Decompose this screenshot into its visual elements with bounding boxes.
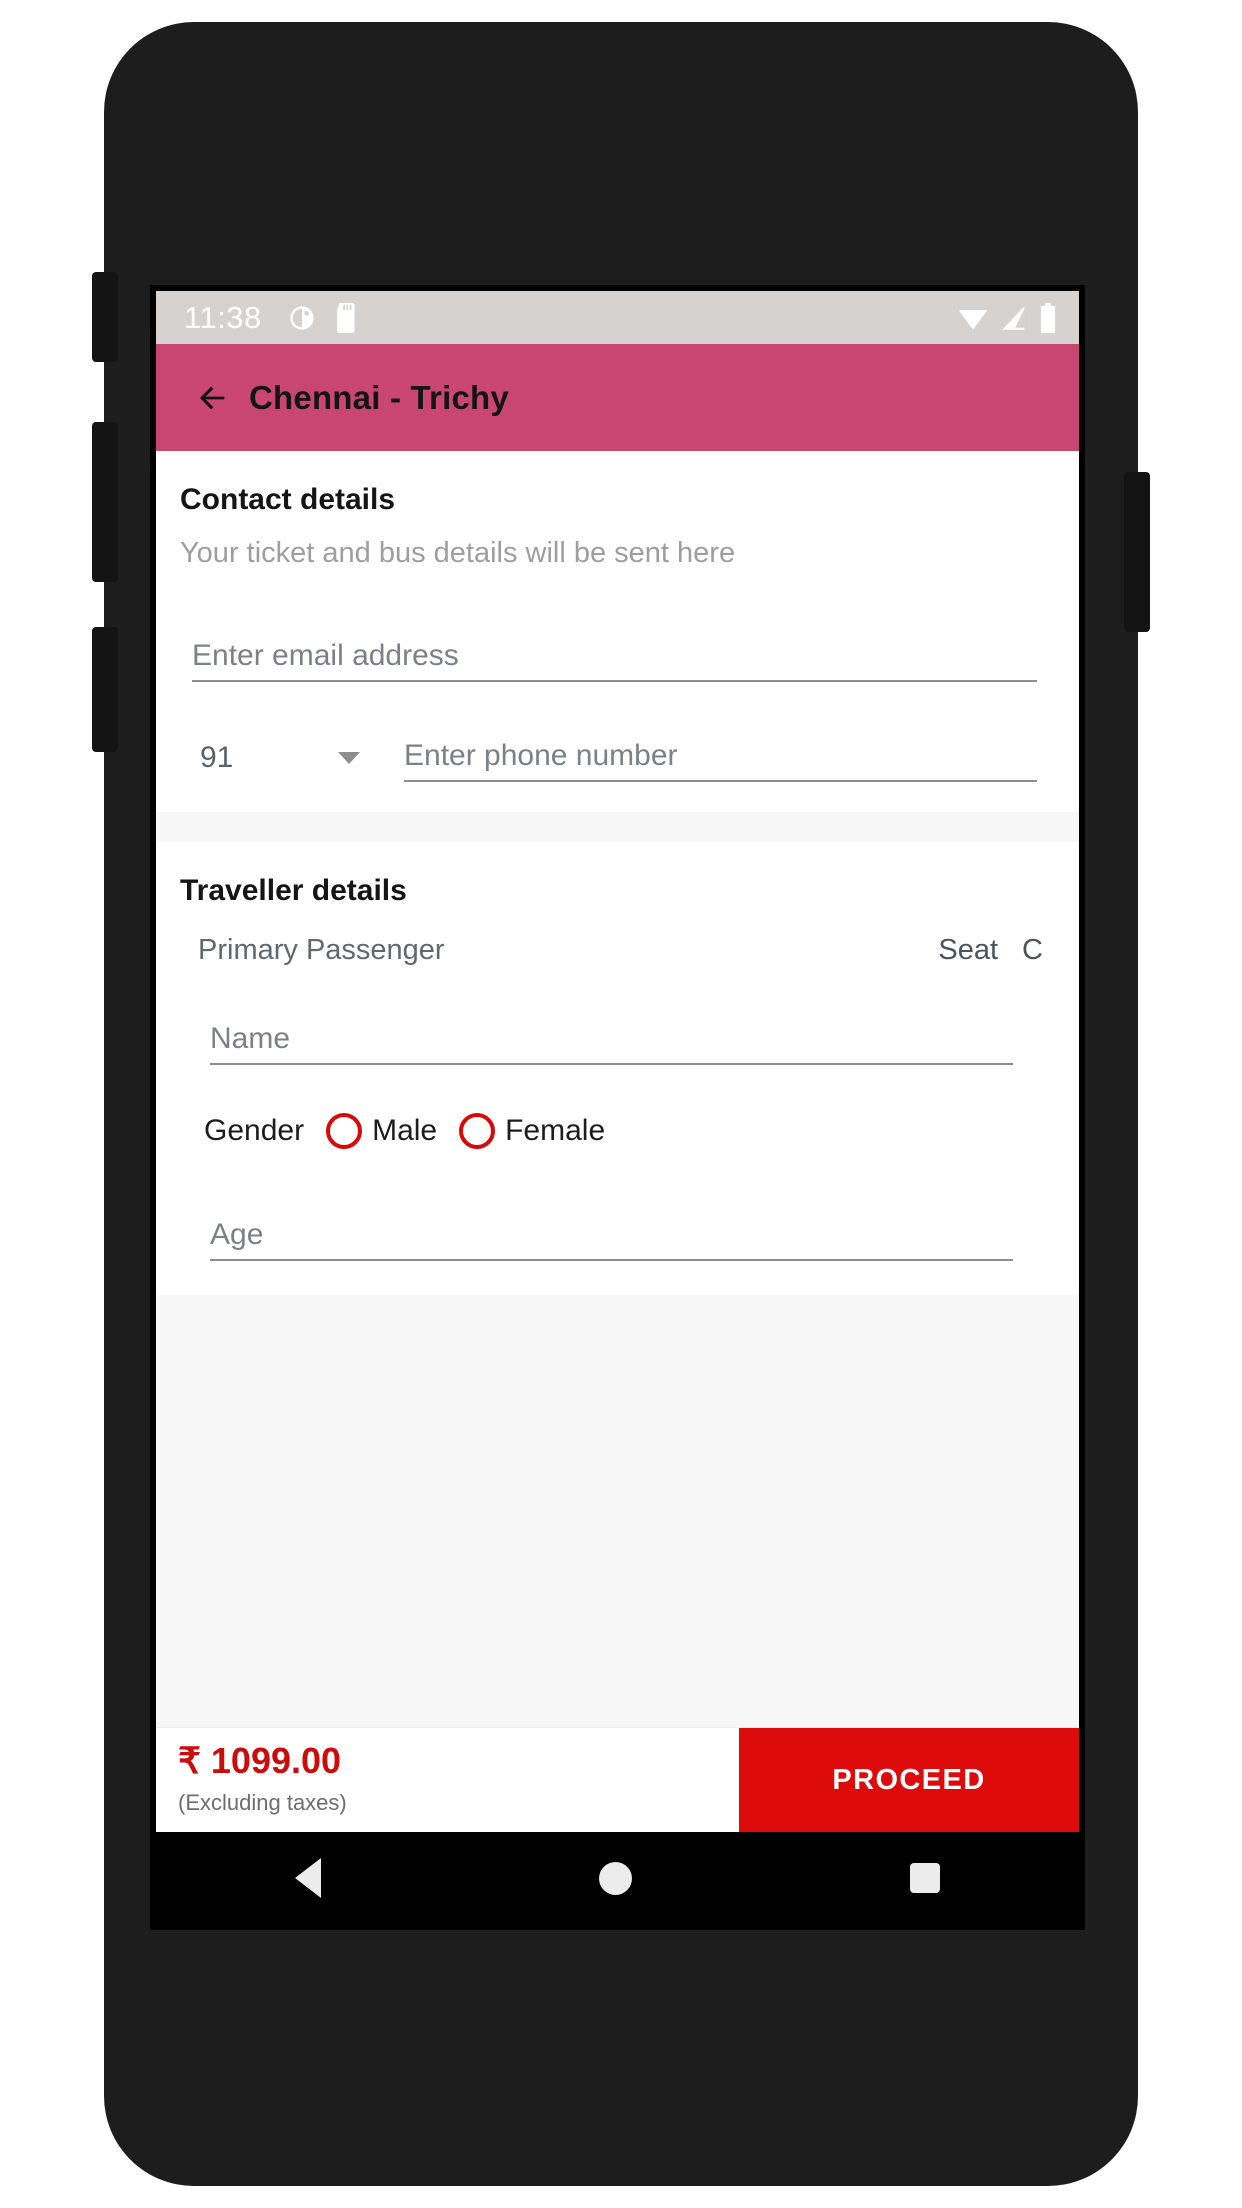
name-field[interactable]: Name xyxy=(210,1005,1013,1065)
price-note: (Excluding taxes) xyxy=(178,1790,347,1815)
primary-passenger-label: Primary Passenger xyxy=(198,934,445,966)
gender-label: Gender xyxy=(204,1114,305,1147)
device-side-button-right[interactable] xyxy=(1124,472,1150,632)
bottom-action-bar: ₹ 1099.00 (Excluding taxes) PROCEED xyxy=(156,1727,1079,1832)
sd-card-icon xyxy=(336,302,355,333)
status-left-icon-group xyxy=(288,302,360,333)
phone-number-placeholder: Enter phone number xyxy=(404,739,678,772)
alarm-icon xyxy=(290,305,314,330)
gender-radio-female[interactable] xyxy=(459,1113,496,1149)
battery-icon xyxy=(1040,302,1056,333)
email-field[interactable]: Enter email address xyxy=(192,622,1037,682)
phone-number-field[interactable]: Enter phone number xyxy=(404,724,1037,782)
seat-label: Seat xyxy=(938,934,999,966)
traveller-details-title: Traveller details xyxy=(180,874,407,907)
phone-row: 91 Enter phone number xyxy=(192,724,1037,812)
total-price-value: ₹ 1099.00 xyxy=(178,1740,342,1781)
phone-screen: 11:38 Chennai - Trichy Contact details Y… xyxy=(150,285,1085,1930)
contact-details-subtitle: Your ticket and bus details will be sent… xyxy=(180,537,736,569)
chevron-down-icon xyxy=(338,752,360,764)
proceed-button[interactable]: PROCEED xyxy=(739,1728,1079,1832)
nav-home-circle-icon[interactable] xyxy=(599,1861,632,1895)
device-side-button-low-left[interactable] xyxy=(92,627,118,752)
app-bar-title: Chennai - Trichy xyxy=(249,378,509,416)
age-field-placeholder: Age xyxy=(210,1218,264,1251)
gender-option-female-label[interactable]: Female xyxy=(505,1114,605,1148)
wifi-icon xyxy=(958,309,988,330)
traveller-details-card: Traveller details Primary Passenger Seat… xyxy=(156,842,1079,1295)
back-arrow-icon[interactable] xyxy=(196,381,230,415)
seat-group: Seat C xyxy=(938,934,1043,967)
seat-value: C xyxy=(1022,934,1043,966)
country-code-select[interactable]: 91 xyxy=(192,741,368,782)
gender-radio-male[interactable] xyxy=(326,1113,363,1149)
section-divider-strip xyxy=(156,812,1079,842)
age-field[interactable]: Age xyxy=(210,1201,1013,1261)
primary-passenger-row: Primary Passenger Seat C xyxy=(180,908,1055,967)
status-right-icon-group xyxy=(957,302,1057,333)
device-side-button-top-left[interactable] xyxy=(92,272,118,362)
price-block: ₹ 1099.00 (Excluding taxes) xyxy=(156,1728,739,1832)
contact-details-card: Contact details Your ticket and bus deta… xyxy=(156,451,1079,812)
country-code-value: 91 xyxy=(200,741,234,774)
status-bar: 11:38 xyxy=(156,291,1079,344)
nav-back-triangle-icon[interactable] xyxy=(295,1858,321,1898)
nav-recents-square-icon[interactable] xyxy=(910,1863,940,1893)
android-nav-bar xyxy=(156,1832,1079,1924)
content-scroll-area: Contact details Your ticket and bus deta… xyxy=(156,451,1079,1727)
gender-option-male-label[interactable]: Male xyxy=(372,1114,437,1148)
status-clock: 11:38 xyxy=(184,299,262,335)
gender-row: Gender Male Female xyxy=(180,1065,1055,1149)
cellular-signal-icon xyxy=(1002,305,1025,330)
email-field-placeholder: Enter email address xyxy=(192,639,459,672)
name-field-placeholder: Name xyxy=(210,1022,291,1055)
app-bar: Chennai - Trichy xyxy=(156,344,1079,451)
bottom-filler-strip xyxy=(156,1295,1079,1727)
contact-details-title: Contact details xyxy=(180,483,396,516)
device-side-button-mid-left[interactable] xyxy=(92,422,118,582)
